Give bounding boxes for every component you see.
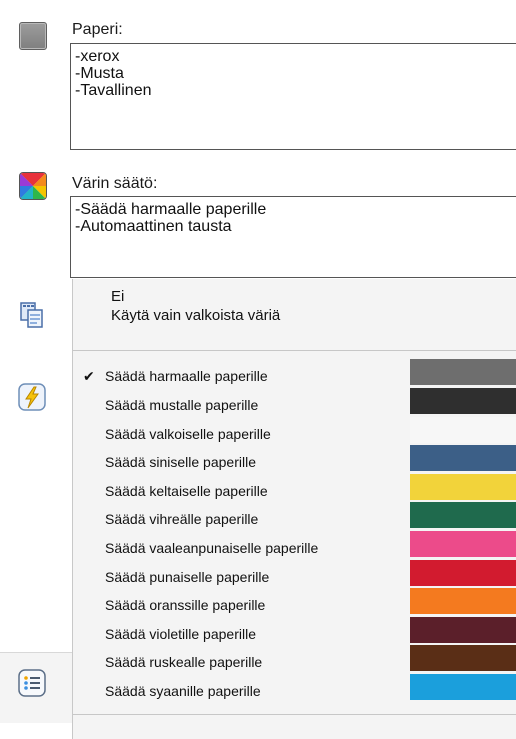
swatch-red xyxy=(410,560,516,586)
option-label: Säädä vihreälle paperille xyxy=(105,511,259,527)
option-label: Säädä oranssille paperille xyxy=(105,597,266,613)
paper-line: -Tavallinen xyxy=(75,82,152,99)
swatch-yellow xyxy=(410,474,516,500)
dropdown-option-white-only[interactable]: Käytä vain valkoista väriä xyxy=(111,306,280,325)
check-icon: ✔ xyxy=(83,368,95,384)
dropdown-option-none[interactable]: Ei xyxy=(111,287,280,306)
swatch-white xyxy=(410,417,516,443)
swatch-pink xyxy=(410,531,516,557)
dropdown-option-brown[interactable]: Säädä ruskealle paperille xyxy=(73,654,403,683)
color-adjust-box[interactable]: -Säädä harmaalle paperille -Automaattine… xyxy=(70,196,516,278)
swatch-cyan xyxy=(410,674,516,700)
color-adjust-line: -Säädä harmaalle paperille xyxy=(75,201,267,218)
dropdown-bottom-divider xyxy=(73,714,516,715)
dropdown-option-black[interactable]: Säädä mustalle paperille xyxy=(73,397,403,426)
dropdown-option-pink[interactable]: Säädä vaaleanpunaiselle paperille xyxy=(73,540,403,569)
option-label: Säädä syaanille paperille xyxy=(105,683,261,699)
color-adjust-label: Värin säätö: xyxy=(72,175,158,192)
option-label: Säädä keltaiselle paperille xyxy=(105,483,268,499)
dropdown-option-green[interactable]: Säädä vihreälle paperille xyxy=(73,511,403,540)
option-label: Säädä siniselle paperille xyxy=(105,454,256,470)
option-label: Säädä vaaleanpunaiselle paperille xyxy=(105,540,319,556)
dropdown-option-yellow[interactable]: Säädä keltaiselle paperille xyxy=(73,483,403,512)
option-label: Säädä harmaalle paperille xyxy=(105,368,268,384)
color-adjust-icon[interactable] xyxy=(17,170,47,200)
dropdown-option-gray[interactable]: ✔ Säädä harmaalle paperille xyxy=(73,368,403,397)
option-label: Säädä violetille paperille xyxy=(105,626,256,642)
paper-line: -Musta xyxy=(75,65,124,82)
option-label: Säädä mustalle paperille xyxy=(105,397,259,413)
copy-icon[interactable] xyxy=(17,300,47,330)
dropdown-option-blue[interactable]: Säädä siniselle paperille xyxy=(73,454,403,483)
option-label: Säädä ruskealle paperille xyxy=(105,654,263,670)
paper-line: -xerox xyxy=(75,48,120,65)
paper-icon[interactable] xyxy=(17,20,47,50)
swatch-violet xyxy=(410,617,516,643)
dropdown-option-red[interactable]: Säädä punaiselle paperille xyxy=(73,569,403,598)
dropdown-option-orange[interactable]: Säädä oranssille paperille xyxy=(73,597,403,626)
swatch-green xyxy=(410,502,516,528)
paper-details-box[interactable]: -xerox -Musta -Tavallinen xyxy=(70,43,516,150)
swatch-brown xyxy=(410,645,516,671)
swatch-blue xyxy=(410,445,516,471)
list-icon[interactable] xyxy=(17,668,47,698)
color-adjust-line: -Automaattinen tausta xyxy=(75,218,232,235)
dropdown-option-white[interactable]: Säädä valkoiselle paperille xyxy=(73,426,403,455)
dropdown-divider xyxy=(73,350,516,351)
swatch-gray xyxy=(410,359,516,385)
dropdown-option-violet[interactable]: Säädä violetille paperille xyxy=(73,626,403,655)
dropdown-upper-group: Ei Käytä vain valkoista väriä xyxy=(111,287,280,325)
swatch-orange xyxy=(410,588,516,614)
lightning-icon[interactable] xyxy=(17,382,47,412)
option-label: Säädä valkoiselle paperille xyxy=(105,426,271,442)
paper-label: Paperi: xyxy=(72,21,123,38)
dropdown-option-cyan[interactable]: Säädä syaanille paperille xyxy=(73,683,403,712)
option-label: Säädä punaiselle paperille xyxy=(105,569,270,585)
swatch-black xyxy=(410,388,516,414)
